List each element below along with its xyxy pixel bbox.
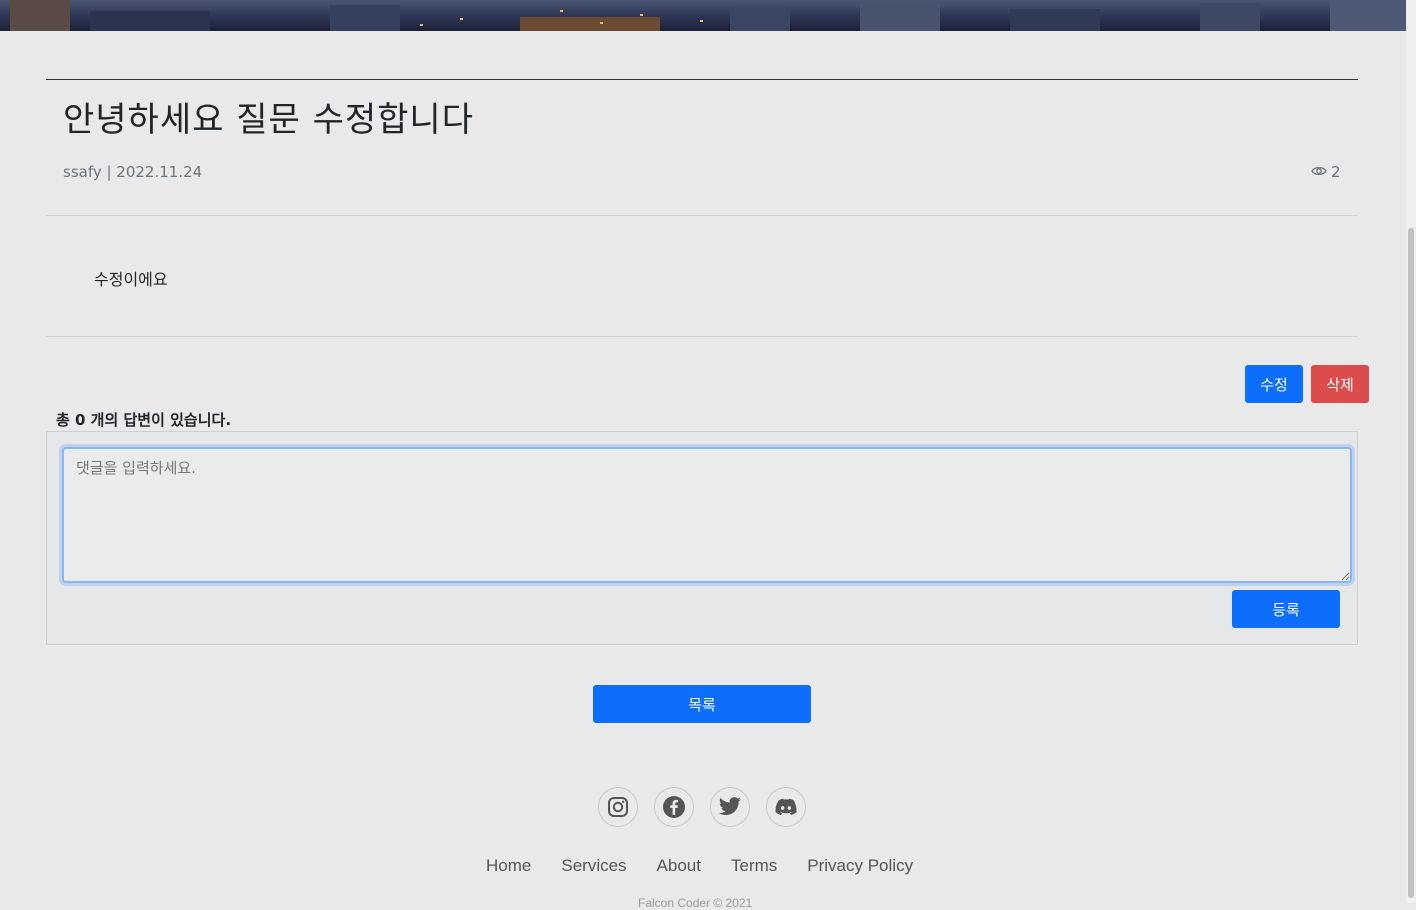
post-title: 안녕하세요 질문 수정합니다 bbox=[63, 100, 474, 140]
footer-link-privacy-policy[interactable]: Privacy Policy bbox=[807, 856, 913, 876]
copyright-text: Falcon Coder © 2021 bbox=[638, 896, 753, 910]
view-count: 2 bbox=[1311, 163, 1341, 181]
footer-nav: Home Services About Terms Privacy Policy bbox=[486, 856, 913, 876]
footer-link-services[interactable]: Services bbox=[561, 856, 626, 876]
view-count-value: 2 bbox=[1331, 163, 1341, 181]
scrollbar-thumb[interactable] bbox=[1408, 228, 1414, 898]
eye-icon bbox=[1311, 163, 1327, 181]
instagram-icon[interactable] bbox=[598, 787, 638, 827]
footer-link-terms[interactable]: Terms bbox=[731, 856, 777, 876]
list-button[interactable]: 목록 bbox=[593, 685, 811, 723]
twitter-icon[interactable] bbox=[710, 787, 750, 827]
facebook-icon[interactable] bbox=[654, 787, 694, 827]
meta-divider bbox=[46, 215, 1358, 216]
comment-input[interactable] bbox=[62, 447, 1352, 583]
footer-link-about[interactable]: About bbox=[657, 856, 701, 876]
footer-link-home[interactable]: Home bbox=[486, 856, 531, 876]
delete-button[interactable]: 삭제 bbox=[1311, 365, 1369, 403]
page-scrollbar[interactable] bbox=[1406, 0, 1416, 903]
post-content: 수정이에요 bbox=[94, 270, 168, 289]
content-divider bbox=[46, 336, 1358, 337]
comment-count: 총 0 개의 답변이 있습니다. bbox=[56, 411, 232, 429]
header-banner-image bbox=[0, 0, 1406, 31]
edit-button[interactable]: 수정 bbox=[1245, 365, 1303, 403]
comment-form: 등록 bbox=[46, 431, 1358, 645]
post-meta: ssafy | 2022.11.24 bbox=[63, 163, 203, 181]
discord-icon[interactable] bbox=[766, 787, 806, 827]
title-divider bbox=[46, 79, 1358, 80]
social-links bbox=[598, 787, 806, 827]
submit-comment-button[interactable]: 등록 bbox=[1232, 590, 1340, 628]
